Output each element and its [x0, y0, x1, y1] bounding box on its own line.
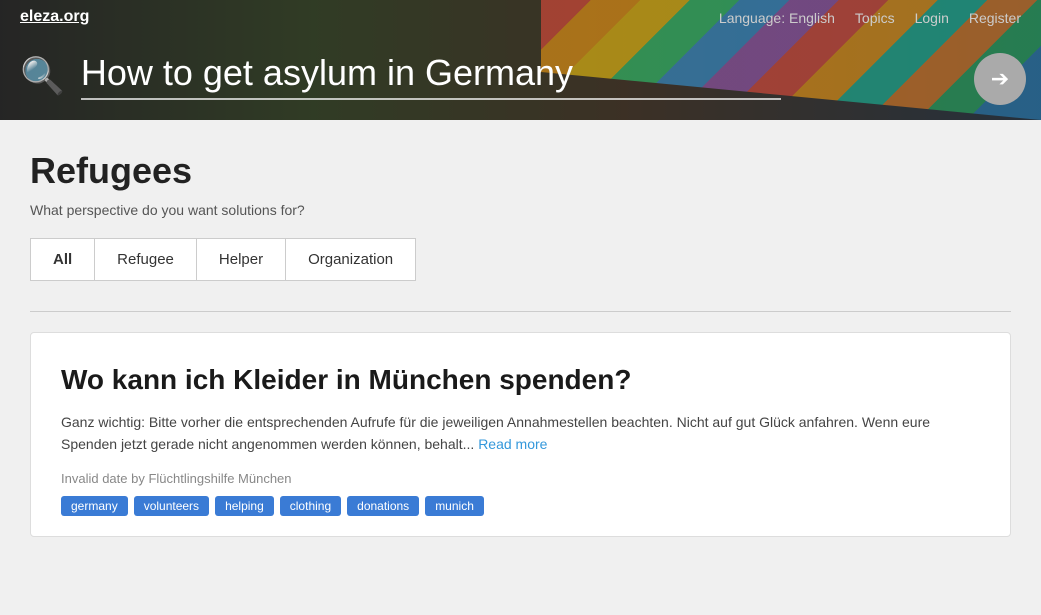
topics-link[interactable]: Topics [855, 10, 895, 26]
tag-germany[interactable]: germany [61, 496, 128, 516]
language-selector[interactable]: Language: English [719, 10, 835, 26]
article-meta: Invalid date by Flüchtlingshilfe München [61, 471, 980, 486]
tab-all[interactable]: All [31, 239, 95, 280]
search-input[interactable] [81, 52, 781, 100]
tag-munich[interactable]: munich [425, 496, 484, 516]
tag-donations[interactable]: donations [347, 496, 419, 516]
tag-volunteers[interactable]: volunteers [134, 496, 209, 516]
article-excerpt: Ganz wichtig: Bitte vorher die entsprech… [61, 411, 980, 456]
main-content: Refugees What perspective do you want so… [0, 120, 1041, 577]
top-navigation: Language: English Topics Login Register [719, 10, 1021, 26]
site-header: eleza.org Language: English Topics Login… [0, 0, 1041, 120]
article-card: Wo kann ich Kleider in München spenden? … [30, 332, 1011, 537]
tag-helping[interactable]: helping [215, 496, 274, 516]
perspective-tabs: All Refugee Helper Organization [30, 238, 416, 281]
arrow-right-icon: ➔ [991, 66, 1009, 92]
search-submit-button[interactable]: ➔ [974, 53, 1026, 105]
article-tags: germany volunteers helping clothing dona… [61, 496, 980, 516]
page-title: Refugees [30, 150, 1011, 192]
register-link[interactable]: Register [969, 10, 1021, 26]
article-title[interactable]: Wo kann ich Kleider in München spenden? [61, 363, 980, 397]
tab-helper[interactable]: Helper [197, 239, 286, 280]
page-subtitle: What perspective do you want solutions f… [30, 202, 1011, 218]
site-logo[interactable]: eleza.org [20, 8, 89, 26]
section-divider [30, 311, 1011, 312]
tag-clothing[interactable]: clothing [280, 496, 341, 516]
login-link[interactable]: Login [915, 10, 949, 26]
search-row: 🔍 [20, 52, 1021, 100]
tab-refugee[interactable]: Refugee [95, 239, 197, 280]
search-icon: 🔍 [20, 55, 65, 97]
read-more-link[interactable]: Read more [478, 436, 547, 452]
tab-organization[interactable]: Organization [286, 239, 415, 280]
